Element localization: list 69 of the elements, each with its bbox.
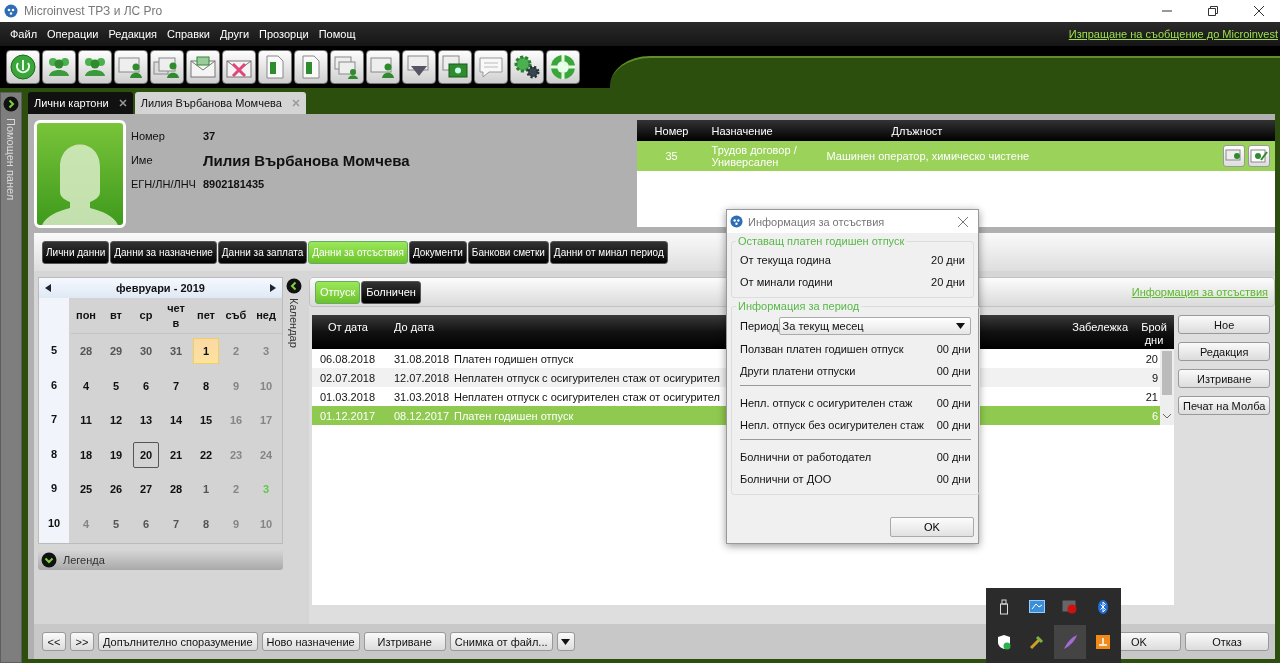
column-header: Номер (653, 124, 690, 137)
table-cell-text: 21 (1144, 390, 1158, 403)
table-cell-text: 02.07.2018 (319, 371, 377, 384)
info-value: 00 дни (936, 343, 971, 355)
table-cell-text: Трудов договор / Универсален (710, 144, 798, 168)
info-value: 00 дни (936, 451, 971, 463)
info-label: От минали години (740, 276, 833, 288)
dialog-title: Информация за отсъствия (748, 215, 886, 228)
weekday-header: пет (196, 308, 216, 324)
group-title: Информация за период (737, 300, 861, 312)
week-number: 10 (46, 515, 62, 531)
info-value: 00 дни (936, 397, 971, 409)
week-number: 7 (49, 412, 59, 428)
info-value: 20 дни (931, 254, 965, 266)
week-number: 5 (49, 343, 59, 359)
calendar-toggle-label: Календар (288, 298, 300, 348)
week-number: 8 (49, 446, 59, 462)
weekday-header: пон (75, 308, 97, 324)
side-panel-label: Помощен панел (5, 118, 17, 201)
info-label: Непл. отпуск без осигурителен стаж (740, 419, 924, 431)
table-cell-text: 35 (664, 150, 679, 162)
table-cell-text: 31.08.2018 (393, 352, 451, 365)
weekday-header: ср (138, 308, 154, 324)
column-header: До дата (393, 321, 436, 333)
table-cell-text: 08.12.2017 (393, 409, 451, 422)
column-header: Назначение (710, 124, 774, 137)
table-cell-text: Платен годишен отпуск (454, 352, 575, 365)
info-value: 00 дни (936, 365, 971, 377)
table-cell: Неплатен отпуск с осигурителен стаж от осигурител (454, 390, 719, 403)
field-value: Лилия Върбанова Момчева (202, 151, 410, 169)
column-header: От дата (327, 321, 369, 333)
table-cell-text: 20 (1144, 352, 1158, 365)
group-title: Оставащ платен годишен отпуск (737, 235, 906, 247)
info-label: Непл. отпуск с осигурителен стаж (740, 397, 913, 409)
info-value: 20 дни (931, 276, 965, 288)
weekday-header: нед (255, 308, 277, 324)
info-label: Болнични от ДОО (740, 473, 832, 485)
period-label: Период (740, 320, 779, 332)
table-cell-text: Машинен оператор, химическо чистене (825, 150, 1031, 162)
column-header: Брой дни (1140, 321, 1168, 348)
weekday-header: четв (166, 301, 186, 331)
field-value: 37 (202, 130, 216, 142)
weekday-header: вт (109, 308, 123, 324)
window-title: Microinvest ТРЗ и ЛС Pro (24, 4, 164, 18)
week-number: 6 (49, 377, 59, 393)
column-header: Длъжност (890, 124, 944, 137)
table-cell-text: 01.03.2018 (319, 390, 377, 403)
table-cell-text: 6 (1150, 409, 1158, 422)
info-value: 00 дни (936, 473, 971, 485)
month-title: февруари - 2019 (116, 282, 205, 294)
info-value: 00 дни (936, 419, 971, 431)
week-number: 9 (49, 481, 59, 497)
info-label: Други платени отпуски (740, 365, 856, 377)
column-header: Забележка (1072, 321, 1129, 333)
field-label: ЕГН/ЛН/ЛНЧ (130, 178, 197, 190)
table-cell-text: Платен годишен отпуск (454, 409, 575, 422)
info-label: Ползван платен годишен отпуск (740, 343, 904, 355)
table-cell: Неплатен отпуск с осигурителен стаж от осигурител (454, 371, 719, 384)
field-label: Име (130, 154, 154, 166)
info-label: Болнични от работодател (740, 451, 872, 463)
table-cell-text: 9 (1150, 371, 1158, 384)
table-cell-text: 01.12.2017 (319, 409, 377, 422)
table-cell-text: 31.03.2018 (393, 390, 451, 403)
weekday-header: съб (224, 308, 248, 324)
info-label: От текуща година (740, 254, 831, 266)
table-cell-text: 12.07.2018 (393, 371, 451, 384)
field-label: Номер (130, 130, 166, 142)
table-cell-text: 06.08.2018 (319, 352, 377, 365)
field-value: 8902181435 (202, 178, 265, 190)
